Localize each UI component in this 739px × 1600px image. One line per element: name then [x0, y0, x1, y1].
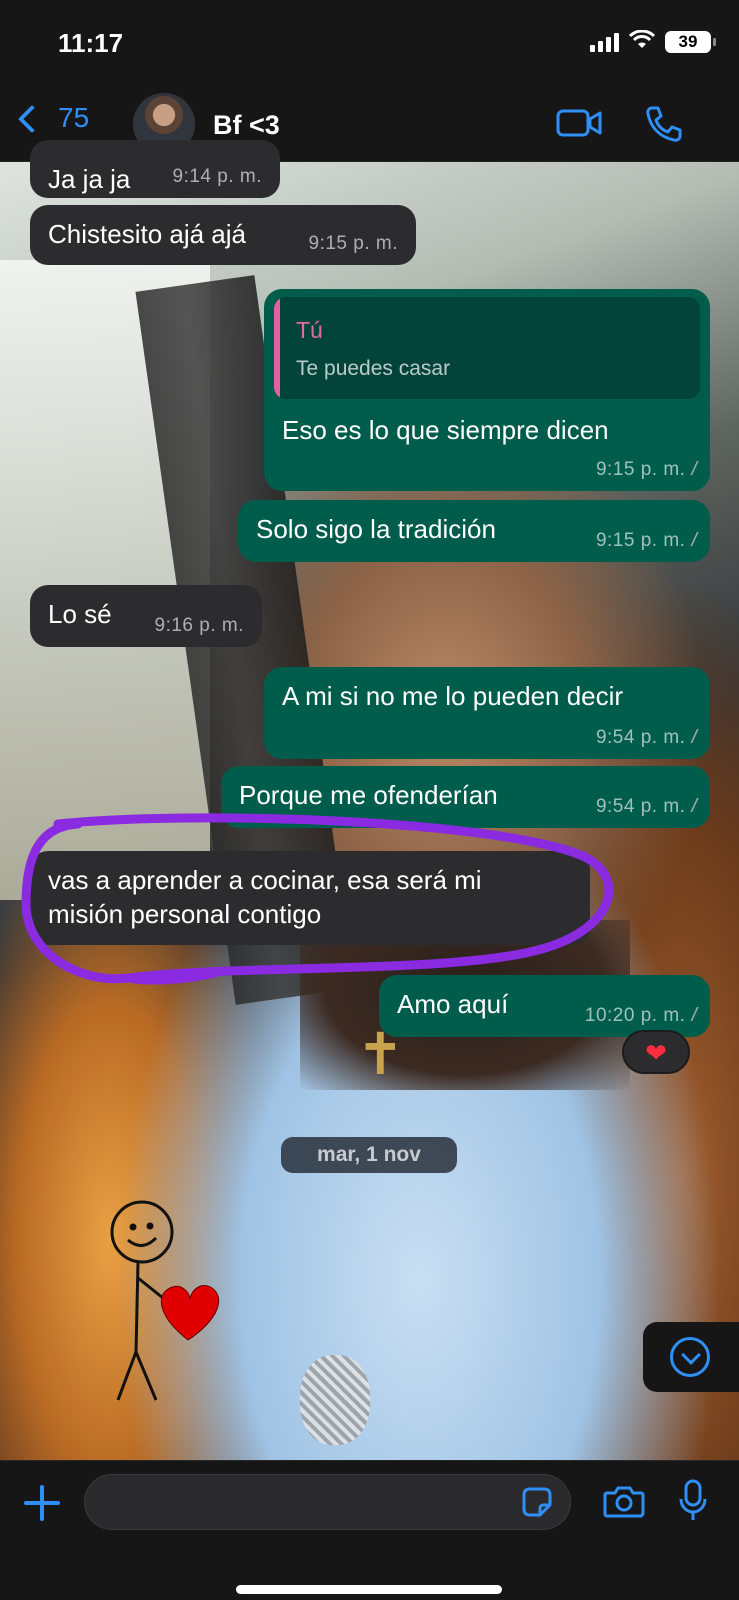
- message-time: 9:54 p. m.: [595, 727, 686, 748]
- message-time: 9:15 p. m.: [308, 233, 398, 254]
- message-text: Amo aquí: [397, 989, 509, 1019]
- message-time: 9:14 p. m.: [172, 166, 262, 187]
- status-time: 11:17: [58, 28, 124, 58]
- read-ticks-icon: //: [691, 796, 694, 817]
- message-bubble-outgoing[interactable]: Tú Te puedes casar Eso es lo que siempre…: [264, 289, 710, 491]
- status-icons: 39: [590, 29, 716, 53]
- message-time: 9:15 p. m.: [595, 459, 686, 480]
- message-text: A mi si no me lo pueden decir: [282, 681, 624, 711]
- sticker-icon[interactable]: [520, 1485, 554, 1519]
- heart-icon: [160, 1285, 220, 1341]
- message-bubble-outgoing[interactable]: A mi si no me lo pueden decir 9:54 p. m.…: [264, 667, 710, 759]
- battery-icon: 39: [665, 30, 716, 53]
- pendant-image: [300, 1355, 370, 1445]
- back-chevron-icon: [17, 104, 47, 134]
- message-time: 9:15 p. m.: [595, 530, 686, 551]
- contact-name[interactable]: Bf <3: [213, 110, 280, 141]
- message-bubble-incoming[interactable]: Lo sé 9:16 p. m.: [30, 585, 262, 647]
- message-time: 10:20 p. m.: [584, 1005, 686, 1026]
- message-text: Chistesito ajá ajá: [48, 219, 246, 249]
- message-text: Lo sé: [48, 599, 112, 629]
- message-time: 9:16 p. m.: [154, 615, 244, 636]
- quote-text: Te puedes casar: [296, 357, 451, 380]
- message-meta: 10:20 p. m.//: [584, 1005, 695, 1027]
- message-input[interactable]: [84, 1474, 571, 1530]
- message-text: Solo sigo la tradición: [256, 514, 496, 544]
- camera-icon[interactable]: [603, 1483, 645, 1519]
- microphone-icon[interactable]: [678, 1479, 708, 1523]
- message-bubble-outgoing[interactable]: Amo aquí 10:20 p. m.//: [379, 975, 710, 1037]
- read-ticks-icon: //: [691, 1005, 694, 1026]
- unread-count: 75: [58, 102, 90, 133]
- plus-icon[interactable]: [22, 1483, 62, 1523]
- message-bubble-incoming[interactable]: Ja ja ja 9:14 p. m.: [30, 140, 280, 198]
- stick-figure-sticker: [110, 1200, 220, 1401]
- status-bar: 11:17 39: [0, 0, 739, 88]
- message-composer: [0, 1460, 739, 1600]
- quoted-message[interactable]: Tú Te puedes casar: [274, 297, 700, 399]
- date-separator: mar, 1 nov: [281, 1137, 457, 1173]
- wifi-icon: [628, 29, 656, 53]
- phone-call-icon[interactable]: [644, 104, 684, 144]
- message-bubble-incoming[interactable]: Chistesito ajá ajá 9:15 p. m.: [30, 205, 416, 265]
- quote-author: Tú: [296, 317, 323, 343]
- read-ticks-icon: //: [691, 459, 694, 480]
- scroll-to-bottom-button[interactable]: [643, 1322, 739, 1392]
- message-text: Porque me ofenderían: [239, 780, 498, 810]
- read-ticks-icon: //: [691, 727, 694, 748]
- cellular-signal-icon: [590, 32, 619, 52]
- scroll-down-icon: [670, 1337, 710, 1377]
- message-meta: 9:15 p. m.//: [595, 459, 695, 481]
- highlight-scribble: [21, 813, 614, 985]
- message-text: Ja ja ja: [48, 164, 131, 194]
- message-meta: 9:15 p. m.//: [595, 530, 695, 552]
- read-ticks-icon: //: [691, 530, 694, 551]
- message-meta: 9:54 p. m.//: [595, 727, 695, 749]
- back-button[interactable]: 75: [17, 102, 90, 134]
- message-text: Eso es lo que siempre dicen: [282, 415, 609, 445]
- home-indicator: [236, 1585, 502, 1594]
- quote-accent-bar: [274, 297, 280, 399]
- video-call-icon[interactable]: [556, 108, 602, 138]
- message-bubble-outgoing[interactable]: Solo sigo la tradición 9:15 p. m.//: [238, 500, 710, 562]
- heart-reaction-icon[interactable]: ❤: [622, 1030, 690, 1074]
